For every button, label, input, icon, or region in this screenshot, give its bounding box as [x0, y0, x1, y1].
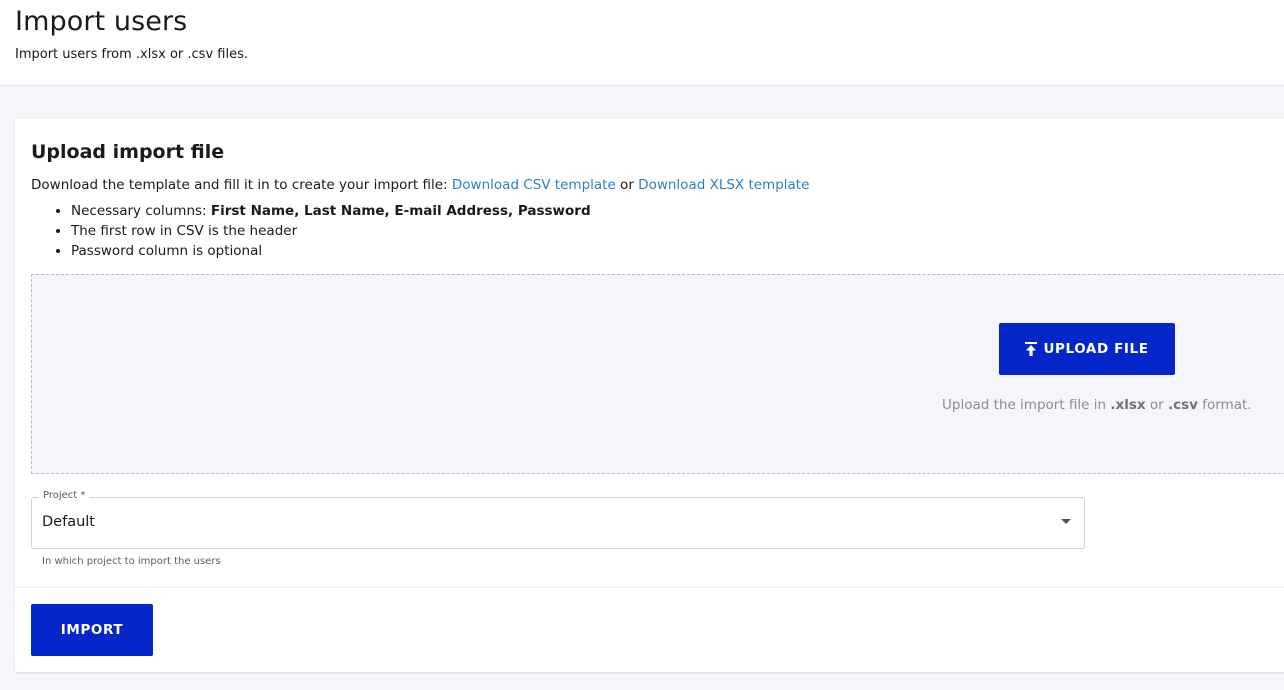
- upload-button-label: UPLOAD FILE: [1043, 341, 1149, 357]
- list-item: Necessary columns: First Name, Last Name…: [71, 201, 591, 221]
- format-xlsx: .xlsx: [1110, 397, 1146, 413]
- project-helper-text: In which project to import the users: [42, 556, 221, 567]
- list-item: The first row in CSV is the header: [71, 221, 591, 241]
- file-dropzone[interactable]: UPLOAD FILE Upload the import file in .x…: [31, 274, 1284, 474]
- project-select[interactable]: Project * Default: [31, 490, 1085, 549]
- list-item: Password column is optional: [71, 241, 591, 261]
- description-text: Download the template and fill it in to …: [31, 177, 452, 193]
- requirement-text: Necessary columns:: [71, 203, 211, 219]
- page-title: Import users: [15, 6, 188, 37]
- upload-card: Upload import file Download the template…: [15, 119, 1284, 672]
- divider: [15, 587, 1284, 588]
- import-button[interactable]: IMPORT: [31, 604, 153, 656]
- requirements-list: Necessary columns: First Name, Last Name…: [71, 201, 591, 261]
- project-select-label: Project *: [39, 490, 90, 501]
- upload-icon: [1025, 342, 1038, 356]
- page-subtitle: Import users from .xlsx or .csv files.: [15, 47, 248, 62]
- chevron-down-icon[interactable]: [1061, 519, 1071, 524]
- card-title: Upload import file: [31, 141, 225, 163]
- upload-file-button[interactable]: UPLOAD FILE: [999, 323, 1175, 375]
- download-xlsx-link[interactable]: Download XLSX template: [638, 177, 809, 193]
- download-csv-link[interactable]: Download CSV template: [452, 177, 616, 193]
- format-csv: .csv: [1167, 397, 1198, 413]
- upload-hint: Upload the import file in .xlsx or .csv …: [942, 397, 1252, 413]
- template-description: Download the template and fill it in to …: [31, 177, 809, 193]
- page-header: Import users Import users from .xlsx or …: [0, 0, 1284, 86]
- project-select-value: Default: [42, 514, 95, 530]
- requirement-columns: First Name, Last Name, E-mail Address, P…: [210, 203, 591, 219]
- or-text: or: [615, 177, 639, 193]
